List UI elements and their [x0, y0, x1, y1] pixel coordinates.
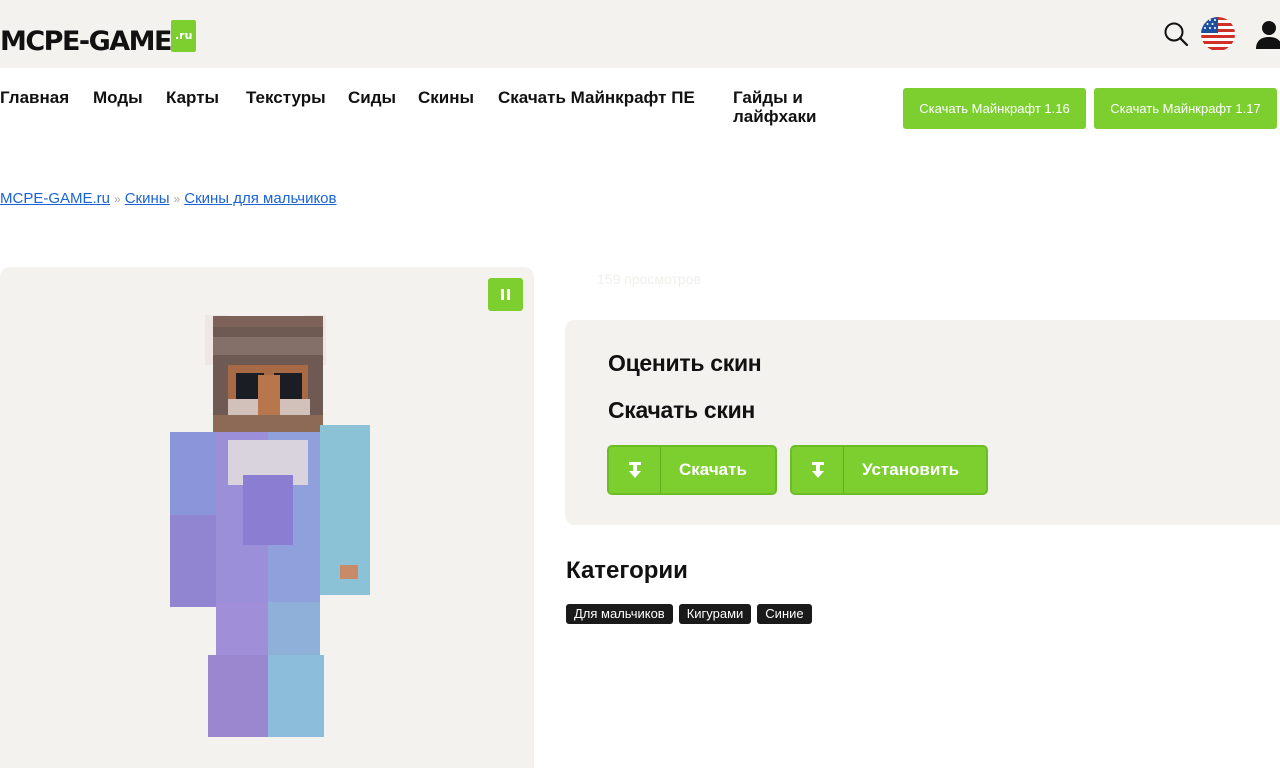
pause-button[interactable]: [488, 278, 523, 311]
logo-suffix: .ru: [171, 20, 197, 52]
breadcrumb-separator: »: [173, 192, 181, 206]
download-skin-button[interactable]: Скачать: [607, 445, 777, 495]
install-label: Установить: [862, 460, 960, 479]
nav-item-maps[interactable]: Карты: [166, 88, 219, 107]
views-counter: 159 просмотров: [597, 271, 701, 287]
download-minecraft-117-button[interactable]: Скачать Майнкрафт 1.17: [1094, 88, 1277, 129]
skin-preview: [0, 267, 534, 768]
skin-model[interactable]: [168, 315, 378, 740]
install-skin-button[interactable]: Установить: [790, 445, 988, 495]
download-minecraft-116-button[interactable]: Скачать Майнкрафт 1.16: [903, 88, 1086, 129]
tag-boys[interactable]: Для мальчиков: [566, 604, 673, 624]
tag-blue[interactable]: Синие: [757, 604, 812, 624]
download-skin-title: Скачать скин: [608, 397, 756, 423]
logo-text: MCPE-GAME: [0, 26, 173, 57]
breadcrumb-boys-skins-link[interactable]: Скины для мальчиков: [184, 190, 336, 207]
breadcrumb: MCPE-GAME.ru» Скины» Скины для мальчиков: [0, 190, 337, 207]
user-icon[interactable]: [1253, 18, 1280, 50]
nav-item-textures[interactable]: Текстуры: [246, 88, 326, 107]
download-label: Скачать: [679, 460, 747, 479]
breadcrumb-home-link[interactable]: MCPE-GAME.ru: [0, 190, 110, 207]
pause-icon: [500, 289, 512, 300]
tag-kigurumi[interactable]: Кигурами: [678, 604, 752, 624]
breadcrumb-skins-link[interactable]: Скины: [125, 190, 170, 207]
flag-us-icon[interactable]: [1200, 16, 1236, 52]
rate-skin-title: Оценить скин: [608, 350, 762, 376]
search-icon[interactable]: [1162, 20, 1190, 48]
site-logo[interactable]: MCPE-GAME .ru: [0, 20, 197, 57]
nav-item-skins[interactable]: Скины: [418, 88, 474, 107]
install-icon: [792, 447, 844, 493]
category-tags: Для мальчиков Кигурами Синие: [566, 604, 812, 624]
nav-item-home[interactable]: Главная: [0, 88, 69, 107]
nav-item-seeds[interactable]: Сиды: [348, 88, 396, 107]
categories-title: Категории: [566, 557, 688, 584]
nav-item-mods[interactable]: Моды: [93, 88, 143, 107]
breadcrumb-separator: »: [114, 192, 121, 206]
download-icon: [609, 447, 661, 493]
site-header: MCPE-GAME .ru: [0, 0, 1280, 68]
skin-actions-panel: Оценить скин Скачать скин Скачать Устано…: [565, 320, 1280, 525]
nav-item-download-mcpe[interactable]: Скачать Майнкрафт ПЕ: [498, 88, 708, 107]
nav-item-guides[interactable]: Гайды и лайфхаки: [733, 88, 843, 126]
